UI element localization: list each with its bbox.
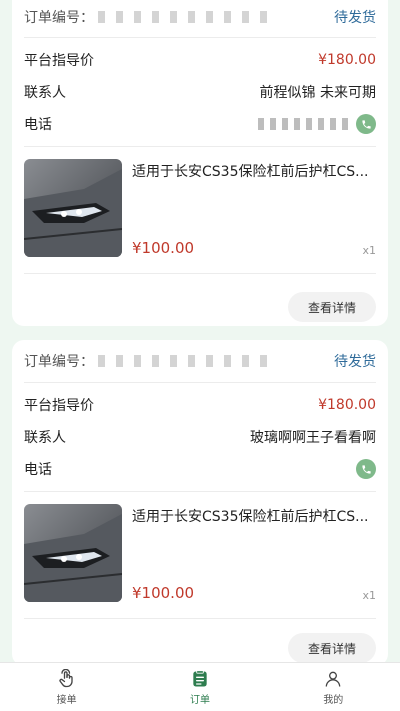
- guide-price-row: 平台指导价 ¥180.00: [24, 44, 376, 76]
- guide-price: ¥180.00: [318, 52, 376, 68]
- order-number: 订单编号：: [24, 7, 278, 27]
- tab-accept-orders[interactable]: 接单: [0, 663, 133, 711]
- tab-label: 我的: [323, 694, 344, 706]
- user-icon: [325, 671, 341, 687]
- phone-row: 电话: [24, 108, 376, 140]
- guide-price-row: 平台指导价 ¥180.00: [24, 389, 376, 421]
- tab-label: 订单: [189, 694, 210, 706]
- contact-row: 联系人 前程似锦 未来可期: [24, 76, 376, 108]
- product-title: 适用于长安CS35保险杠前后护杠CS...: [132, 164, 369, 180]
- product-price: ¥100.00: [132, 239, 195, 257]
- order-number-masked: [98, 10, 278, 23]
- guide-price-label: 平台指导价: [24, 398, 94, 414]
- product-image: [24, 159, 122, 257]
- phone-row: 电话: [24, 453, 376, 485]
- view-details-button[interactable]: 查看详情: [287, 292, 376, 322]
- order-number-label: 订单编号：: [24, 354, 94, 370]
- clipboard-icon: [193, 669, 207, 686]
- guide-price-label: 平台指导价: [24, 53, 94, 69]
- phone-label: 电话: [24, 117, 52, 133]
- phone-label: 电话: [24, 462, 52, 478]
- divider: [24, 146, 376, 147]
- guide-price: ¥180.00: [318, 397, 376, 413]
- phone-number-masked: [258, 118, 348, 130]
- phone-call-icon[interactable]: [356, 459, 376, 479]
- order-header: 订单编号： 待发货: [24, 340, 376, 383]
- product-price: ¥100.00: [132, 584, 195, 602]
- product-title: 适用于长安CS35保险杠前后护杠CS...: [132, 509, 369, 525]
- bottom-tab-bar: 接单 订单 我的: [0, 662, 400, 711]
- order-list[interactable]: 订单编号： 待发货 平台指导价 ¥180.00 联系人 前程似锦 未来可期 电话: [0, 0, 400, 663]
- contact-name: 玻璃啊啊王子看看啊: [250, 430, 376, 446]
- hand-tap-icon: [59, 668, 73, 687]
- contact-label: 联系人: [24, 430, 66, 446]
- product-item[interactable]: 适用于长安CS35保险杠前后护杠CS... ¥100.00 x1: [24, 498, 376, 619]
- product-quantity: x1: [362, 244, 376, 257]
- product-quantity: x1: [362, 589, 376, 602]
- divider: [24, 491, 376, 492]
- order-number-masked: [98, 355, 278, 367]
- product-item[interactable]: 适用于长安CS35保险杠前后护杠CS... ¥100.00 x1: [24, 153, 376, 274]
- tab-orders[interactable]: 订单: [133, 663, 266, 711]
- order-status: 待发货: [334, 354, 376, 370]
- order-number-label: 订单编号：: [24, 9, 94, 26]
- contact-row: 联系人 玻璃啊啊王子看看啊: [24, 421, 376, 453]
- contact-label: 联系人: [24, 85, 66, 101]
- tab-label: 接单: [56, 694, 77, 706]
- contact-name: 前程似锦 未来可期: [259, 85, 376, 101]
- phone-call-icon[interactable]: [356, 114, 376, 134]
- order-header: 订单编号： 待发货: [24, 0, 376, 38]
- view-details-button[interactable]: 查看详情: [287, 633, 376, 663]
- tab-mine[interactable]: 我的: [267, 663, 400, 711]
- order-status: 待发货: [334, 9, 376, 26]
- order-card: 订单编号： 待发货 平台指导价 ¥180.00 联系人 前程似锦 未来可期 电话: [12, 0, 388, 326]
- order-number: 订单编号：: [24, 351, 278, 371]
- order-card: 订单编号： 待发货 平台指导价 ¥180.00 联系人 玻璃啊啊王子看看啊 电话: [12, 340, 388, 663]
- product-image: [24, 504, 122, 602]
